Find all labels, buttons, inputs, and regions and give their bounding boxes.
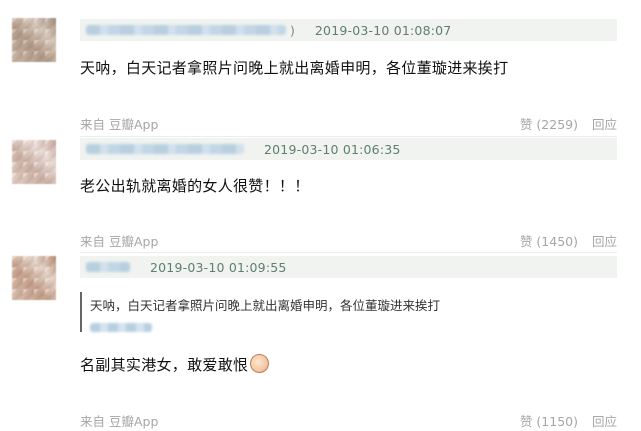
comment-timestamp: 2019-03-10 01:06:35: [264, 141, 401, 157]
comment-text-line: 名副其实港女，敢爱敢恨: [80, 354, 270, 375]
comment-timestamp: 2019-03-10 01:09:55: [150, 259, 287, 275]
comment-divider: [80, 252, 617, 253]
quoted-username-blurred[interactable]: [90, 323, 152, 332]
comment-source: 来自 豆瓣App: [80, 414, 159, 429]
comment-meta: 2019-03-10 01:09:55: [80, 256, 617, 278]
comment-footer: 来自 豆瓣App 赞 (2259) 回应: [80, 114, 617, 132]
reply-button[interactable]: 回应: [592, 411, 617, 430]
avatar[interactable]: [12, 140, 56, 184]
avatar[interactable]: [12, 256, 56, 300]
comment-timestamp: 2019-03-10 01:08:07: [314, 22, 452, 38]
comment-footer: 来自 豆瓣App 赞 (1150) 回应: [80, 411, 617, 429]
quoted-reply: 天呐，白天记者拿照片问晚上就出离婚申明，各位董璇进来挨打: [80, 292, 450, 332]
comment-source: 来自 豆瓣App: [80, 234, 159, 249]
clapping-hands-icon: [250, 354, 270, 373]
comment-meta: ) 2019-03-10 01:08:07: [80, 19, 617, 41]
username-paren: ): [290, 22, 295, 38]
like-button[interactable]: 赞 (1450): [520, 231, 578, 250]
comment-footer: 来自 豆瓣App 赞 (1450) 回应: [80, 231, 617, 249]
like-button[interactable]: 赞 (1150): [520, 411, 578, 430]
like-button[interactable]: 赞 (2259): [520, 114, 578, 133]
comment-text: 天呐，白天记者拿照片问晚上就出离婚申明，各位董璇进来挨打: [80, 59, 509, 77]
comment-text: 老公出轨就离婚的女人很赞！！！: [80, 177, 310, 195]
quoted-text: 天呐，白天记者拿照片问晚上就出离婚申明，各位董璇进来挨打: [90, 298, 441, 313]
comment-actions: 赞 (2259) 回应: [520, 114, 617, 133]
username-blurred[interactable]: [86, 25, 286, 35]
avatar[interactable]: [12, 18, 56, 62]
comment-text: 名副其实港女，敢爱敢恨: [80, 356, 249, 374]
comment-source: 来自 豆瓣App: [80, 117, 159, 132]
username-blurred[interactable]: [86, 262, 130, 272]
comment-divider: [80, 136, 617, 137]
comment-meta: 2019-03-10 01:06:35: [80, 138, 617, 160]
reply-button[interactable]: 回应: [592, 231, 617, 250]
comment-actions: 赞 (1150) 回应: [520, 411, 617, 430]
comment-actions: 赞 (1450) 回应: [520, 231, 617, 250]
reply-button[interactable]: 回应: [592, 114, 617, 133]
username-blurred[interactable]: [86, 144, 244, 154]
